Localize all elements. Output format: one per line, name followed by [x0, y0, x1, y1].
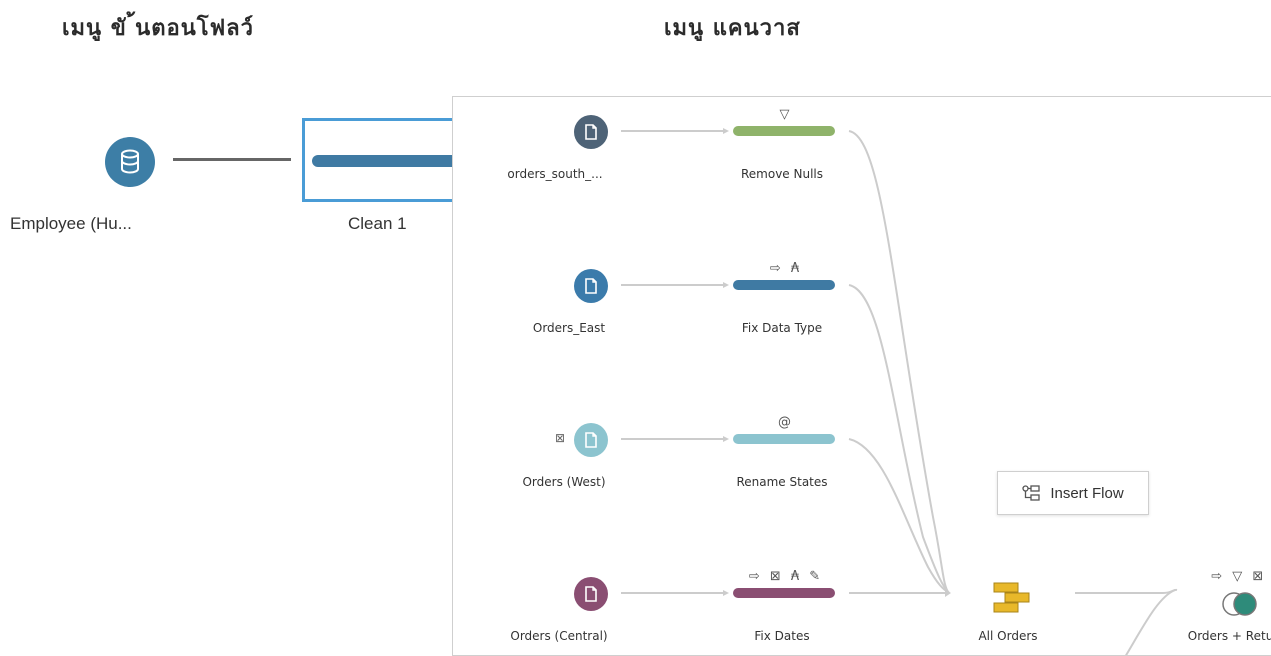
input-node-orders-east[interactable]: [574, 269, 608, 303]
join-icon[interactable]: [1220, 590, 1260, 618]
flow-canvas[interactable]: ⊠ orders_south_... Orders_East Orders (W…: [452, 96, 1271, 656]
file-icon: [585, 586, 597, 602]
clean-step-label: Clean 1: [348, 214, 407, 233]
database-input-node[interactable]: [105, 137, 155, 187]
step-menu-heading: เมนู ขั ้นตอนโฟลว์: [62, 16, 254, 41]
canvas-menu-heading: เมนู แคนวาส: [664, 16, 801, 41]
remove-field-icon: ⊠: [555, 431, 566, 445]
step-icons-rename-states: @: [778, 415, 794, 430]
step-label-fix-data-type: Fix Data Type: [741, 321, 823, 335]
clean-step-bar[interactable]: [312, 155, 462, 167]
join-step-icons: ⇨ ▽ ⊠ ₳: [1211, 569, 1271, 584]
step-bar-remove-nulls[interactable]: [733, 126, 835, 136]
input-node-orders-west[interactable]: [574, 423, 608, 457]
file-icon: [585, 278, 597, 294]
step-bar-fix-dates[interactable]: [733, 588, 835, 598]
file-icon: [585, 124, 597, 140]
step-icons-remove-nulls: ▽: [779, 107, 793, 122]
union-label-all-orders: All Orders: [978, 629, 1038, 643]
step-icons-fix-dates: ⇨ ⊠ ₳ ✎: [748, 569, 824, 584]
input-label-orders-west: Orders (West): [522, 475, 606, 489]
insert-flow-button[interactable]: Insert Flow: [997, 471, 1149, 515]
step-label-fix-dates: Fix Dates: [754, 629, 810, 643]
union-icon[interactable]: [993, 582, 1033, 614]
step-icons-fix-data-type: ⇨ ₳: [769, 261, 803, 276]
left-connector-line: [173, 158, 291, 161]
input-label-orders-east: Orders_East: [532, 321, 606, 335]
file-icon: [585, 432, 597, 448]
employee-input-label: Employee (Hu...: [10, 214, 132, 233]
insert-flow-label: Insert Flow: [1050, 484, 1124, 502]
step-bar-rename-states[interactable]: [733, 434, 835, 444]
step-bar-fix-data-type[interactable]: [733, 280, 835, 290]
input-node-orders-south[interactable]: [574, 115, 608, 149]
database-icon: [121, 149, 139, 174]
input-label-orders-south: orders_south_...: [507, 167, 603, 181]
step-label-remove-nulls: Remove Nulls: [740, 167, 824, 181]
step-label-rename-states: Rename States: [736, 475, 828, 489]
insert-flow-icon: [1022, 485, 1040, 501]
input-node-orders-central[interactable]: [574, 577, 608, 611]
join-label-orders-returns: Orders + Retur: [1187, 629, 1271, 643]
input-label-orders-central: Orders (Central): [510, 629, 608, 643]
